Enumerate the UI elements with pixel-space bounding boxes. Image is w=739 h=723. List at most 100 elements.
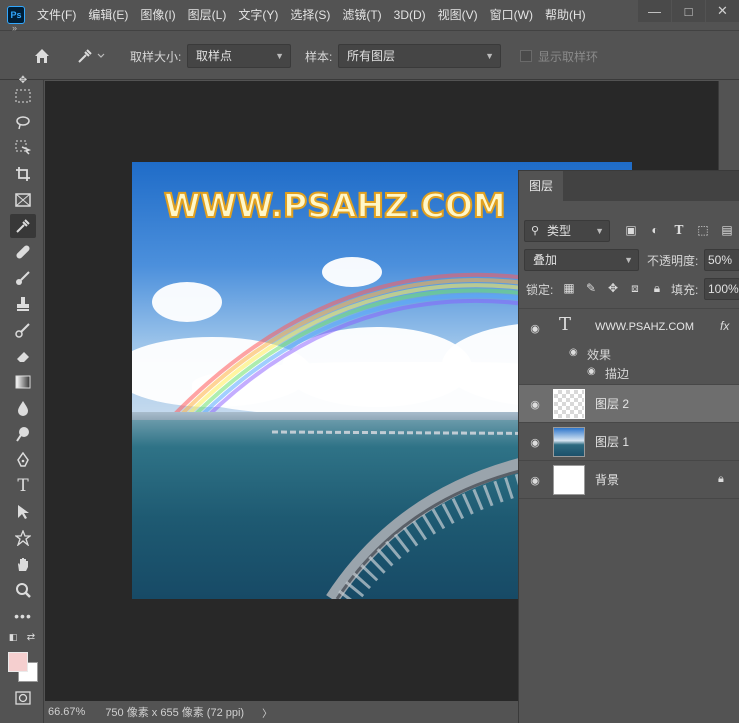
healing-brush-tool-icon[interactable] xyxy=(10,240,36,264)
layer-name: 背景 xyxy=(595,473,620,487)
chevron-down-icon: ▼ xyxy=(595,226,604,236)
menu-3d[interactable]: 3D(D) xyxy=(388,0,432,30)
lock-image-pixels-icon[interactable]: ✎ xyxy=(583,280,599,296)
menu-file[interactable]: 文件(F) xyxy=(31,0,82,30)
sample-size-value: 取样点 xyxy=(196,49,233,63)
visibility-eye-icon[interactable]: ◉ xyxy=(528,435,542,449)
layer-name: WWW.PSAHZ.COM xyxy=(595,321,694,333)
close-button[interactable]: ✕ xyxy=(706,0,739,22)
layers-tab-bar: 图层 xyxy=(519,171,739,201)
watermark-text: WWW.PSAHZ.COM xyxy=(163,185,507,226)
sample-layers-value: 所有图层 xyxy=(347,49,396,63)
document-info: 750 像素 x 655 像素 (72 ppi) xyxy=(105,707,245,719)
layer-row-text[interactable]: ◉ T WWW.PSAHZ.COM fx ◉ 效果 ◉ 描边 xyxy=(519,308,739,386)
quick-mask-icon[interactable] xyxy=(10,686,36,710)
menu-edit[interactable]: 编辑(E) xyxy=(82,0,134,30)
lock-transparency-icon[interactable]: ▦ xyxy=(561,280,577,296)
smart-object-filter-icon[interactable]: ▤ xyxy=(719,222,735,238)
fill-input[interactable]: 100% xyxy=(704,278,739,300)
status-bar: 66.67% 750 像素 x 655 像素 (72 ppi) 〉 xyxy=(45,701,518,723)
fx-icon[interactable]: fx xyxy=(720,319,729,333)
path-selection-tool-icon[interactable] xyxy=(10,500,36,524)
window-controls: — □ ✕ xyxy=(637,0,739,24)
sample-size-select[interactable]: 取样点 ▼ xyxy=(187,44,291,68)
pixel-filter-icon[interactable]: ▣ xyxy=(623,222,639,238)
menu-select[interactable]: 选择(S) xyxy=(284,0,336,30)
fill-label: 填充: xyxy=(671,283,699,297)
menu-filter[interactable]: 滤镜(T) xyxy=(336,0,387,30)
effects-eye-icon[interactable]: ◉ xyxy=(569,347,578,358)
stroke-effect-label: 描边 xyxy=(605,367,630,381)
status-menu-arrow-icon[interactable]: 〉 xyxy=(262,705,272,720)
layer-thumbnail xyxy=(553,427,585,457)
text-layer-thumb-icon: T xyxy=(559,314,572,335)
layer-name: 图层 1 xyxy=(595,435,630,449)
layer-filter-select[interactable]: ⚲ 类型 ▼ xyxy=(524,220,610,242)
layer-thumbnail xyxy=(553,389,585,419)
zoom-tool-icon[interactable] xyxy=(10,578,36,602)
crop-tool-icon[interactable] xyxy=(10,162,36,186)
stroke-eye-icon[interactable]: ◉ xyxy=(587,366,596,377)
layer-filter-value: 类型 xyxy=(547,224,572,238)
photoshop-logo-icon[interactable]: Ps xyxy=(7,6,25,24)
lock-artboard-icon[interactable]: ⧈ xyxy=(627,280,643,296)
menu-type[interactable]: 文字(Y) xyxy=(232,0,284,30)
dodge-tool-icon[interactable] xyxy=(10,422,36,446)
menu-view[interactable]: 视图(V) xyxy=(432,0,484,30)
adjustment-filter-icon[interactable]: ◐ xyxy=(647,222,663,238)
hand-tool-icon[interactable] xyxy=(10,552,36,576)
default-colors-icon[interactable]: ◧ xyxy=(6,630,20,644)
foreground-color-swatch[interactable] xyxy=(8,652,28,672)
history-brush-tool-icon[interactable] xyxy=(10,318,36,342)
checkbox-icon xyxy=(520,50,532,62)
visibility-eye-icon[interactable]: ◉ xyxy=(528,473,542,487)
visibility-eye-icon[interactable]: ◉ xyxy=(528,397,542,411)
lasso-tool-icon[interactable] xyxy=(10,110,36,134)
more-tools-icon[interactable]: ••• xyxy=(10,604,36,628)
minimize-button[interactable]: — xyxy=(638,0,671,22)
layer-row[interactable]: ◉ 图层 1 xyxy=(519,422,739,460)
opacity-input[interactable]: 50% xyxy=(704,249,739,271)
lock-all-icon[interactable]: 🔒︎ xyxy=(649,280,665,296)
clone-stamp-tool-icon[interactable] xyxy=(10,292,36,316)
blur-tool-icon[interactable] xyxy=(10,396,36,420)
visibility-eye-icon[interactable]: ◉ xyxy=(528,321,542,335)
menu-help[interactable]: 帮助(H) xyxy=(539,0,592,30)
menu-image[interactable]: 图像(I) xyxy=(134,0,181,30)
menu-layer[interactable]: 图层(L) xyxy=(182,0,233,30)
type-filter-icon[interactable]: T xyxy=(671,222,687,238)
shape-filter-icon[interactable]: ⬚ xyxy=(695,222,711,238)
sample-size-label: 取样大小: xyxy=(130,49,182,64)
layer-name: 图层 2 xyxy=(595,397,630,411)
pen-tool-icon[interactable] xyxy=(10,448,36,472)
show-sampling-ring-label: 显示取样环 xyxy=(538,49,599,64)
search-icon: ⚲ xyxy=(531,225,540,237)
eyedropper-preset-icon[interactable] xyxy=(76,31,106,81)
menu-bar: Ps 文件(F) 编辑(E) 图像(I) 图层(L) 文字(Y) 选择(S) 滤… xyxy=(0,0,739,30)
layers-panel: 图层 ⚲ 类型 ▼ ▣ ◐ T ⬚ ▤ 叠加 ▼ 不透明度: 50% 锁定: ▦… xyxy=(518,170,739,723)
blend-mode-select[interactable]: 叠加 ▼ xyxy=(524,249,639,271)
sample-layers-select[interactable]: 所有图层 ▼ xyxy=(338,44,501,68)
menu-window[interactable]: 窗口(W) xyxy=(484,0,539,30)
divider xyxy=(519,498,739,499)
lock-icon: 🔒︎ xyxy=(718,473,724,485)
lock-label: 锁定: xyxy=(526,283,554,297)
chevron-down-icon: ▼ xyxy=(275,51,284,61)
eyedropper-tool-icon[interactable] xyxy=(10,214,36,238)
tab-layers[interactable]: 图层 xyxy=(519,171,564,201)
restore-button[interactable]: □ xyxy=(672,0,705,22)
eraser-tool-icon[interactable] xyxy=(10,344,36,368)
marquee-tool-icon[interactable] xyxy=(10,84,36,108)
layer-row[interactable]: ◉ 图层 2 xyxy=(519,384,739,422)
object-selection-tool-icon[interactable] xyxy=(10,136,36,160)
type-tool-icon[interactable]: T xyxy=(10,474,36,498)
layer-row[interactable]: ◉ 背景 🔒︎ xyxy=(519,460,739,498)
frame-tool-icon[interactable] xyxy=(10,188,36,212)
custom-shape-tool-icon[interactable] xyxy=(10,526,36,550)
swap-colors-icon[interactable]: ⇄ xyxy=(24,630,38,644)
gradient-tool-icon[interactable] xyxy=(10,370,36,394)
brush-tool-icon[interactable] xyxy=(10,266,36,290)
lock-position-icon[interactable]: ✥ xyxy=(605,280,621,296)
show-sampling-ring-checkbox[interactable]: 显示取样环 xyxy=(520,31,598,81)
zoom-level[interactable]: 66.67% xyxy=(48,706,85,718)
